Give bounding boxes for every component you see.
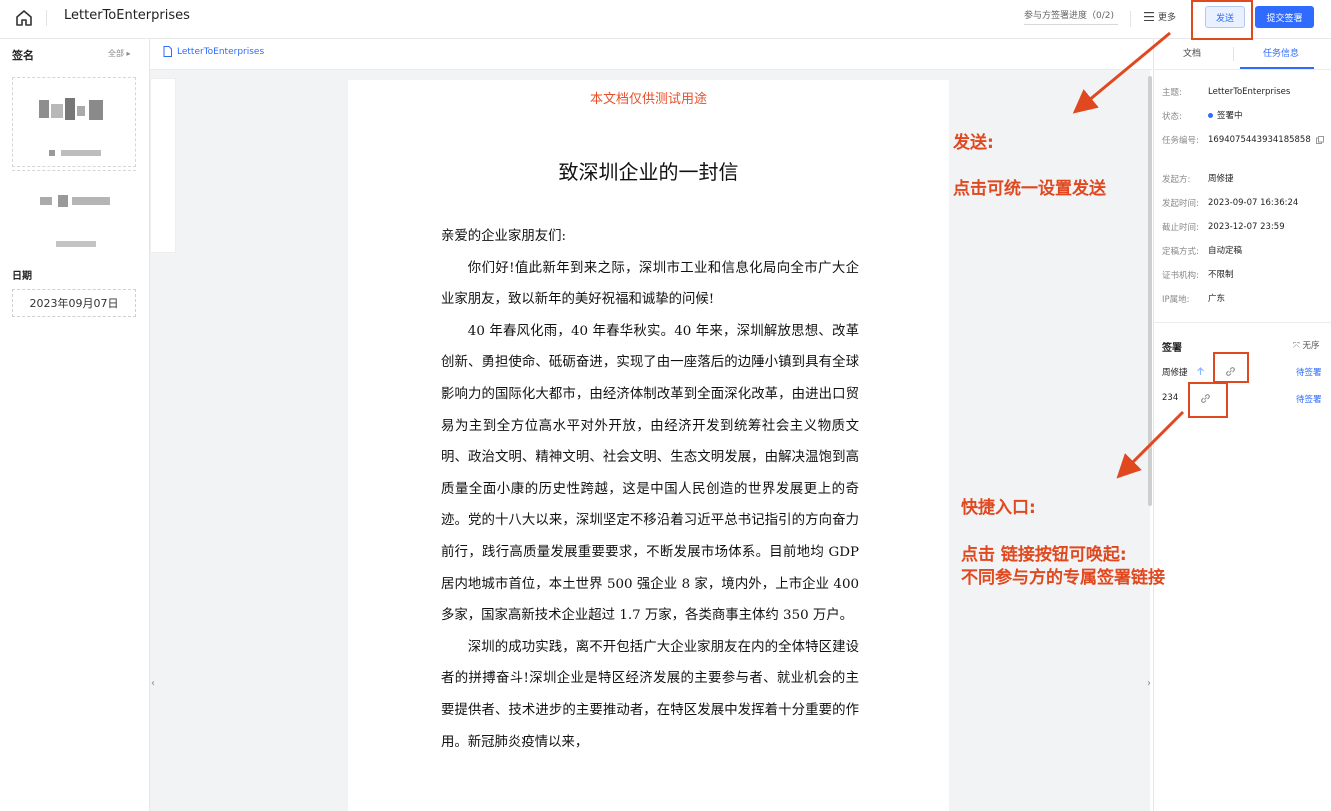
info-row-task-id: 任务编号: 1694075443934185858 <box>1162 134 1330 147</box>
link-highlight-box-2 <box>1188 382 1228 418</box>
menu-icon <box>1144 12 1154 21</box>
home-icon[interactable] <box>14 8 34 28</box>
send-highlight-box <box>1191 0 1253 40</box>
salutation: 亲爱的企业家朋友们: <box>441 229 567 244</box>
info-value: 2023-12-07 23:59 <box>1208 222 1285 232</box>
breadcrumb-bar <box>150 39 1152 70</box>
more-label: 更多 <box>1158 13 1177 23</box>
info-row-initiator: 发起方: 周修捷 <box>1162 173 1330 186</box>
info-key: 截止时间: <box>1162 223 1199 233</box>
scrollbar[interactable] <box>1148 76 1152 506</box>
paragraph: 你们好!值此新年到来之际，深圳市工业和信息化局向全市广大企业家朋友，致以新年的美… <box>441 260 859 308</box>
order-toggle[interactable]: ⤧ 无序 <box>1293 339 1320 351</box>
info-key: IP属地: <box>1162 295 1190 305</box>
info-value: 广东 <box>1208 294 1226 304</box>
info-value: 2023-09-07 16:36:24 <box>1208 198 1299 208</box>
signature-section-title: 签名 <box>12 49 34 62</box>
info-row-subject: 主题: LetterToEnterprises <box>1162 86 1330 99</box>
info-key: 发起方: <box>1162 175 1191 185</box>
thumbnail-strip[interactable] <box>150 78 176 253</box>
annotation-shortcut-desc-1: 点击 链接按钮可唤起: <box>961 545 1127 565</box>
shuffle-icon: ⤧ <box>1293 341 1300 351</box>
section-divider <box>1153 322 1331 323</box>
paragraph: 深圳的成功实践，离不开包括广大企业家朋友在内的全体特区建设者的拼搏奋斗!深圳企业… <box>441 639 859 750</box>
annotation-send-title: 发送: <box>953 133 994 153</box>
tab-task-info[interactable]: 任务信息 <box>1263 46 1299 59</box>
info-row-cert-authority: 证书机构: 不限制 <box>1162 269 1330 282</box>
status-dot-icon <box>1208 113 1213 118</box>
document-title: LetterToEnterprises <box>64 8 190 23</box>
info-value: 周修捷 <box>1208 174 1234 184</box>
date-field[interactable]: 2023年09月07日 <box>12 289 136 317</box>
info-row-status: 状态: 签署中 <box>1162 110 1330 123</box>
tab-bottom-border <box>1153 69 1331 70</box>
info-value: 1694075443934185858 <box>1208 135 1311 145</box>
header-divider <box>46 10 47 26</box>
document-heading: 致深圳企业的一封信 <box>558 160 739 184</box>
breadcrumb-file-name: LetterToEnterprises <box>177 46 265 57</box>
tab-document[interactable]: 文档 <box>1183 46 1201 59</box>
info-key: 定稿方式: <box>1162 247 1199 257</box>
info-row-start-time: 发起时间: 2023-09-07 16:36:24 <box>1162 197 1330 210</box>
info-key: 主题: <box>1162 88 1182 98</box>
document-body: 亲爱的企业家朋友们: 你们好!值此新年到来之际，深圳市工业和信息化局向全市广大企… <box>441 221 859 758</box>
all-label: 全部 <box>108 49 124 58</box>
copy-icon[interactable] <box>1316 135 1325 144</box>
tab-divider <box>1233 47 1234 61</box>
signer-status[interactable]: 待签署 <box>1296 366 1322 378</box>
signer-name: 周修捷 <box>1162 368 1188 378</box>
upload-icon[interactable] <box>1196 367 1205 376</box>
annotation-shortcut-title: 快捷入口: <box>961 498 1036 518</box>
collapse-left-icon[interactable]: ‹ <box>148 673 158 693</box>
submit-sign-button[interactable]: 提交签署 <box>1255 6 1314 28</box>
info-value: 自动定稿 <box>1208 246 1243 256</box>
annotation-send-desc: 点击可统一设置发送 <box>953 179 1106 199</box>
more-button[interactable]: 更多 <box>1144 10 1176 23</box>
header-divider-2 <box>1130 11 1131 27</box>
signature-card[interactable] <box>12 77 136 167</box>
signing-section-title: 签署 <box>1162 343 1182 354</box>
signature-card-2[interactable] <box>12 170 136 247</box>
file-icon <box>163 46 172 57</box>
info-value: LetterToEnterprises <box>1208 87 1291 97</box>
paragraph: 40 年春风化雨，40 年春华秋实。40 年来，深圳解放思想、改革创新、勇担使命… <box>441 323 859 624</box>
info-key: 发起时间: <box>1162 199 1199 209</box>
top-header <box>0 0 1331 39</box>
info-key: 证书机构: <box>1162 271 1199 281</box>
order-label: 无序 <box>1302 341 1320 351</box>
signature-all-link[interactable]: 全部 ▸ <box>108 48 131 59</box>
signer-status[interactable]: 待签署 <box>1296 393 1322 405</box>
progress-underline <box>1024 24 1118 25</box>
info-key: 状态: <box>1162 112 1182 122</box>
signing-progress[interactable]: 参与方签署进度（0/2) <box>1024 8 1114 21</box>
link-highlight-box-1 <box>1213 352 1249 383</box>
info-row-finalize: 定稿方式: 自动定稿 <box>1162 245 1330 258</box>
info-row-ip-location: IP属地: 广东 <box>1162 293 1330 306</box>
info-value: 不限制 <box>1208 270 1234 280</box>
right-panel <box>1153 39 1331 811</box>
breadcrumb[interactable]: LetterToEnterprises <box>163 46 264 57</box>
test-watermark: 本文档仅供测试用途 <box>589 92 707 107</box>
info-key: 任务编号: <box>1162 136 1199 146</box>
date-section-title: 日期 <box>12 271 32 282</box>
annotation-shortcut-desc-2: 不同参与方的专属签署链接 <box>961 568 1165 588</box>
info-row-deadline: 截止时间: 2023-12-07 23:59 <box>1162 221 1330 234</box>
info-value: 签署中 <box>1217 111 1243 121</box>
signer-name: 234 <box>1162 393 1179 403</box>
